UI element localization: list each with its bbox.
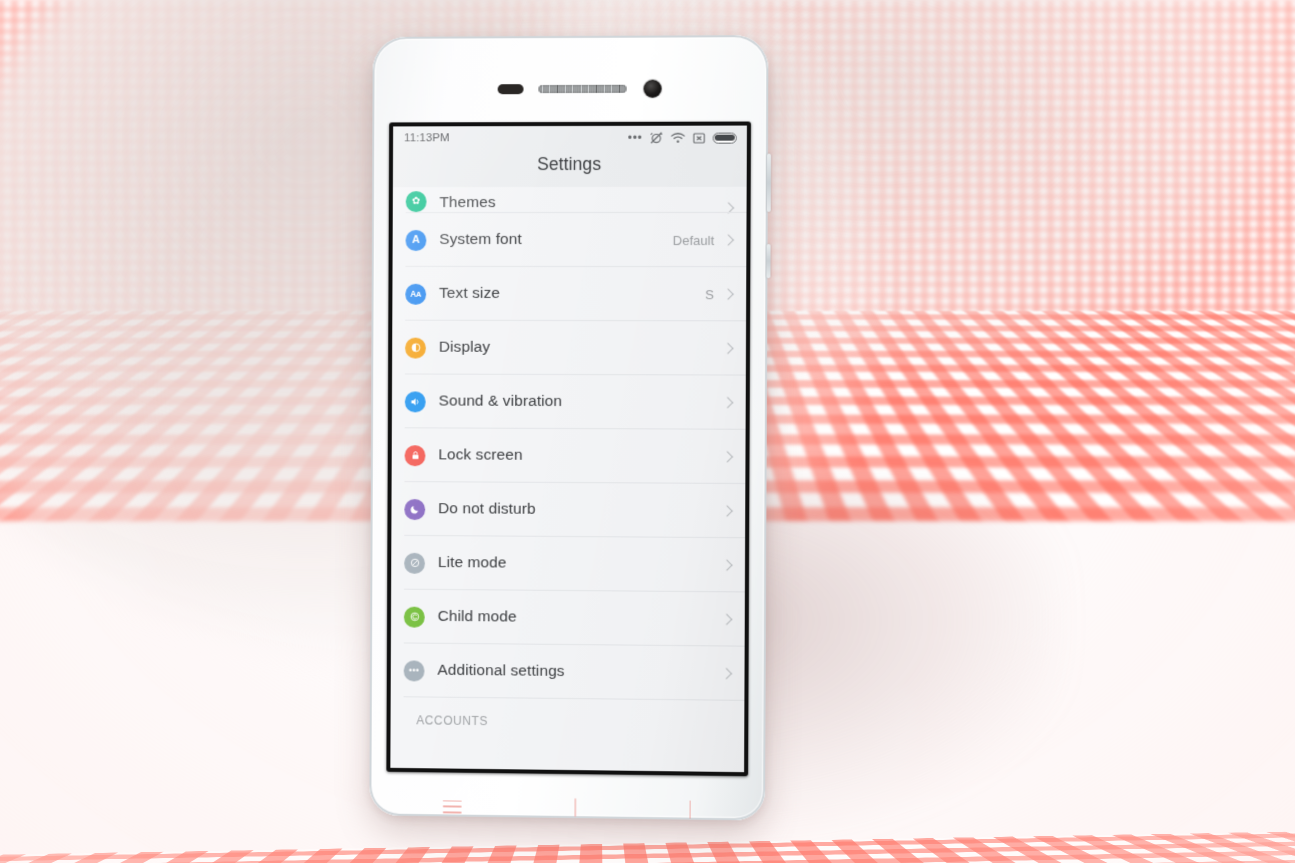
list-item-label: Text size bbox=[439, 284, 500, 302]
list-item-label: Sound & vibration bbox=[438, 392, 563, 410]
front-camera-icon bbox=[643, 79, 662, 98]
volume-rocker-button[interactable] bbox=[766, 153, 771, 212]
themes-icon: ✿ bbox=[405, 191, 427, 213]
list-item-lite-mode[interactable]: Lite mode bbox=[391, 536, 745, 593]
list-item-value: S bbox=[705, 286, 715, 302]
list-item-do-not-disturb[interactable]: Do not disturb bbox=[391, 482, 745, 538]
chevron-right-icon bbox=[722, 234, 734, 246]
lite-mode-icon bbox=[404, 552, 426, 574]
list-item-label: Do not disturb bbox=[438, 500, 536, 518]
top-hardware-strip bbox=[372, 79, 768, 98]
menu-icon bbox=[443, 799, 463, 814]
list-item-system-font[interactable]: A System font Default bbox=[393, 213, 747, 267]
list-item-label: Display bbox=[438, 338, 491, 356]
list-item-label: Additional settings bbox=[437, 661, 565, 680]
list-item-label: Lock screen bbox=[438, 446, 523, 464]
title-bar: Settings bbox=[392, 149, 747, 188]
phone-screen: 11:13PM ••• Settings ✿ Themes A System f… bbox=[390, 125, 747, 773]
smartphone-device: 11:13PM ••• Settings ✿ Themes A System f… bbox=[369, 35, 771, 821]
chevron-right-icon bbox=[721, 559, 733, 571]
list-item-label: Themes bbox=[439, 194, 496, 212]
list-item-text-size[interactable]: Aᴀ Text size S bbox=[392, 267, 746, 321]
capacitive-nav-bar bbox=[387, 778, 747, 839]
screen-bezel: 11:13PM ••• Settings ✿ Themes A System f… bbox=[386, 121, 751, 777]
chevron-right-icon bbox=[720, 667, 733, 680]
back-chevron-icon bbox=[689, 800, 691, 819]
chevron-right-icon bbox=[722, 288, 734, 300]
chevron-right-icon bbox=[722, 202, 735, 214]
system-font-icon: A bbox=[405, 229, 427, 251]
list-item-sound-vibration[interactable]: Sound & vibration bbox=[392, 374, 746, 429]
home-icon bbox=[574, 798, 577, 818]
power-button[interactable] bbox=[766, 244, 771, 279]
list-item-label: Lite mode bbox=[437, 554, 507, 572]
additional-settings-icon: ••• bbox=[403, 659, 425, 682]
list-item-additional-settings[interactable]: ••• Additional settings bbox=[391, 643, 745, 701]
do-not-disturb-moon-icon bbox=[404, 498, 426, 520]
home-button[interactable] bbox=[574, 798, 577, 818]
wifi-icon bbox=[670, 132, 685, 143]
chevron-right-icon bbox=[722, 342, 734, 355]
more-dots-icon: ••• bbox=[627, 130, 643, 145]
list-item-label: Child mode bbox=[437, 607, 517, 626]
list-item-child-mode[interactable]: Child mode bbox=[391, 590, 745, 647]
list-item-lock-screen[interactable]: Lock screen bbox=[392, 428, 746, 484]
earpiece-speaker-grille bbox=[538, 84, 627, 94]
section-header-accounts: ACCOUNTS bbox=[416, 713, 489, 729]
battery-icon bbox=[712, 132, 737, 144]
page-title: Settings bbox=[537, 153, 602, 175]
list-item-themes[interactable]: ✿ Themes bbox=[393, 187, 747, 214]
alarm-off-icon bbox=[649, 131, 663, 145]
settings-list[interactable]: ✿ Themes A System font Default Aᴀ Text s… bbox=[390, 186, 747, 773]
chevron-right-icon bbox=[721, 451, 734, 463]
chevron-right-icon bbox=[721, 505, 733, 517]
list-item-label: System font bbox=[439, 231, 522, 248]
list-item-value: Default bbox=[672, 232, 715, 248]
child-mode-icon bbox=[403, 606, 425, 628]
sim-missing-icon bbox=[693, 131, 706, 144]
proximity-sensor-icon bbox=[497, 84, 524, 95]
display-brightness-icon bbox=[405, 337, 426, 359]
chevron-right-icon bbox=[720, 613, 733, 626]
status-bar-icon-group: ••• bbox=[628, 131, 737, 145]
text-size-icon: Aᴀ bbox=[405, 283, 427, 305]
status-bar: 11:13PM ••• bbox=[393, 125, 747, 151]
status-bar-clock: 11:13PM bbox=[403, 132, 450, 145]
back-button[interactable] bbox=[689, 800, 691, 819]
lock-screen-icon bbox=[404, 444, 426, 466]
sound-vibration-icon bbox=[404, 390, 426, 412]
list-item-display[interactable]: Display bbox=[392, 321, 746, 376]
chevron-right-icon bbox=[721, 396, 734, 409]
menu-button[interactable] bbox=[443, 799, 463, 814]
